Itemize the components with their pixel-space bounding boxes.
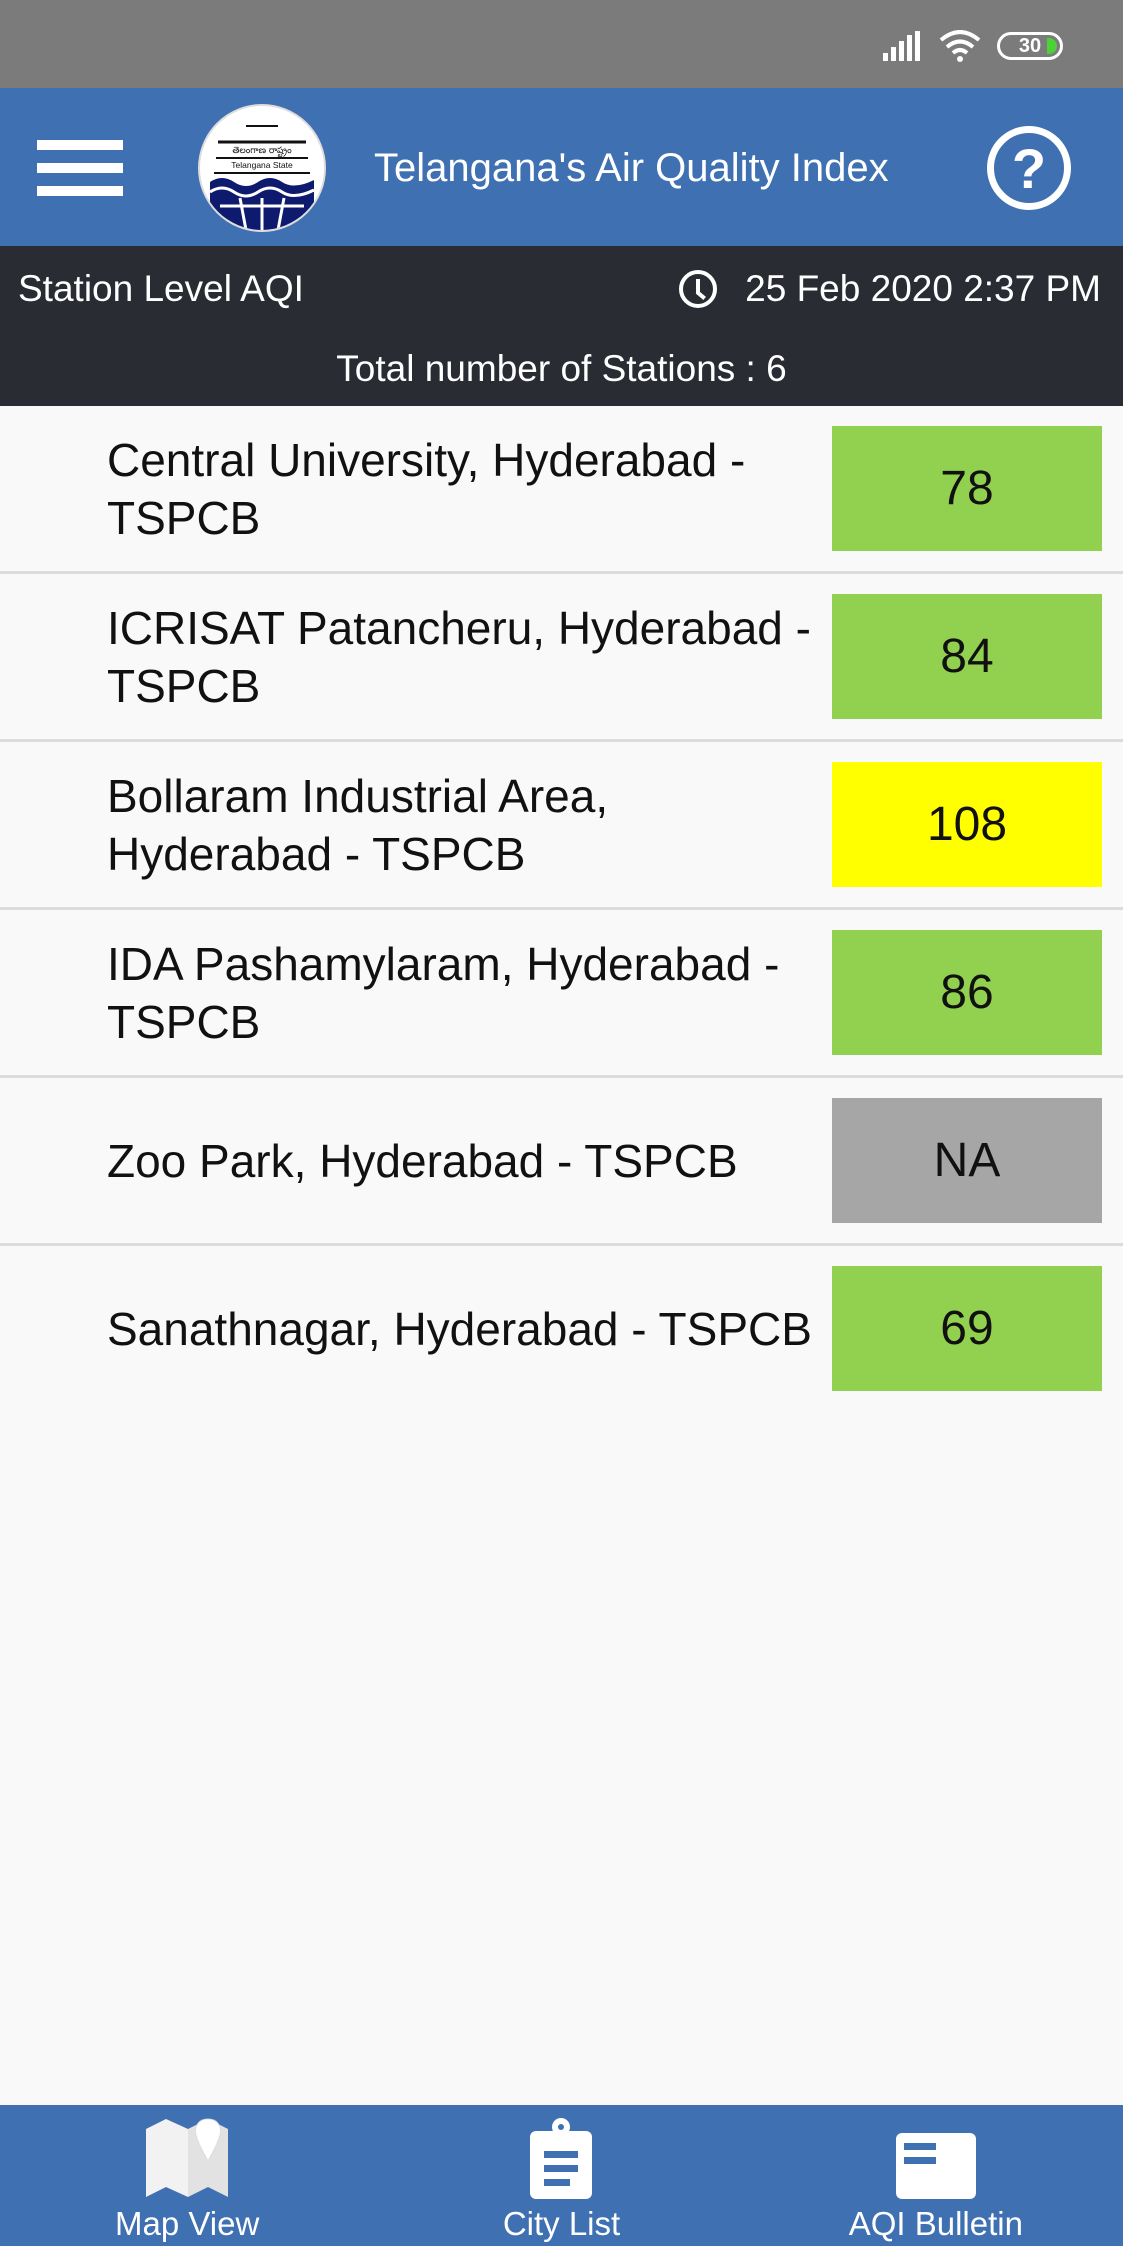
station-row[interactable]: Sanathnagar, Hyderabad - TSPCB 69 (0, 1246, 1123, 1414)
station-name: Bollaram Industrial Area, Hyderabad - TS… (107, 769, 609, 880)
aqi-badge: 84 (832, 594, 1102, 719)
menu-icon-bar (37, 140, 123, 150)
menu-icon-bar (37, 186, 123, 196)
menu-icon-bar (37, 163, 123, 173)
nav-map-view[interactable]: Map View (0, 2105, 374, 2246)
aqi-badge: 69 (832, 1266, 1102, 1391)
station-row[interactable]: ICRISAT Patancheru, Hyderabad - TSPCB 84 (0, 574, 1123, 742)
map-icon (146, 2118, 229, 2197)
help-button[interactable]: ? (987, 126, 1071, 210)
bulletin-icon (895, 2133, 976, 2199)
nav-aqi-bulletin[interactable]: AQI Bulletin (749, 2105, 1123, 2246)
status-icons: 30 (883, 30, 1063, 62)
nav-label: Map View (115, 2205, 260, 2242)
emblem-icon: తెలంగాణ రాష్ట్రం Telangana State (209, 125, 315, 230)
logo-telugu-text: తెలంగాణ రాష్ట్రం (232, 146, 292, 157)
station-name: Sanathnagar, Hyderabad - TSPCB (107, 1302, 812, 1355)
station-row[interactable]: Central University, Hyderabad - TSPCB 78 (0, 406, 1123, 574)
signal-icon (883, 31, 920, 61)
aqi-badge: 86 (832, 930, 1102, 1055)
nav-label: AQI Bulletin (848, 2205, 1023, 2242)
wifi-icon (939, 30, 981, 62)
station-list: Central University, Hyderabad - TSPCB 78… (0, 406, 1123, 1414)
last-updated: 25 Feb 2020 2:37 PM (679, 268, 1101, 310)
station-name: Central University, Hyderabad - TSPCB (107, 433, 746, 544)
nav-label: City List (502, 2205, 621, 2242)
section-title: Station Level AQI (18, 268, 304, 309)
aqi-badge: 78 (832, 426, 1102, 551)
battery-level: 30 (1018, 34, 1042, 57)
app-title: Telangana's Air Quality Index (374, 146, 889, 190)
aqi-badge: NA (832, 1098, 1102, 1223)
clipboard-list-icon (530, 2118, 593, 2199)
status-bar: 30 (0, 0, 1123, 88)
aqi-badge: 108 (832, 762, 1102, 887)
help-icon: ? (1011, 136, 1047, 200)
station-name: IDA Pashamylaram, Hyderabad - TSPCB (107, 937, 780, 1048)
menu-button[interactable] (37, 140, 123, 196)
bottom-nav: Map View City List AQI Bulletin (0, 2105, 1123, 2246)
nav-city-list[interactable]: City List (374, 2105, 748, 2246)
station-row[interactable]: IDA Pashamylaram, Hyderabad - TSPCB 86 (0, 910, 1123, 1078)
clock-icon (679, 270, 718, 308)
station-row[interactable]: Bollaram Industrial Area, Hyderabad - TS… (0, 742, 1123, 910)
app-bar: తెలంగాణ రాష్ట్రం Telangana State Telanga… (0, 88, 1123, 246)
station-name: Zoo Park, Hyderabad - TSPCB (107, 1134, 738, 1187)
station-count: Total number of Stations : 6 (336, 348, 787, 389)
telangana-state-logo: తెలంగాణ రాష్ట్రం Telangana State (198, 104, 326, 232)
battery-icon: 30 (997, 32, 1063, 60)
station-name: ICRISAT Patancheru, Hyderabad - TSPCB (107, 601, 811, 712)
station-row[interactable]: Zoo Park, Hyderabad - TSPCB NA (0, 1078, 1123, 1246)
timestamp: 25 Feb 2020 2:37 PM (745, 268, 1101, 309)
logo-english-text: Telangana State (231, 160, 293, 170)
info-bar: Station Level AQI 25 Feb 2020 2:37 PM To… (0, 246, 1123, 406)
